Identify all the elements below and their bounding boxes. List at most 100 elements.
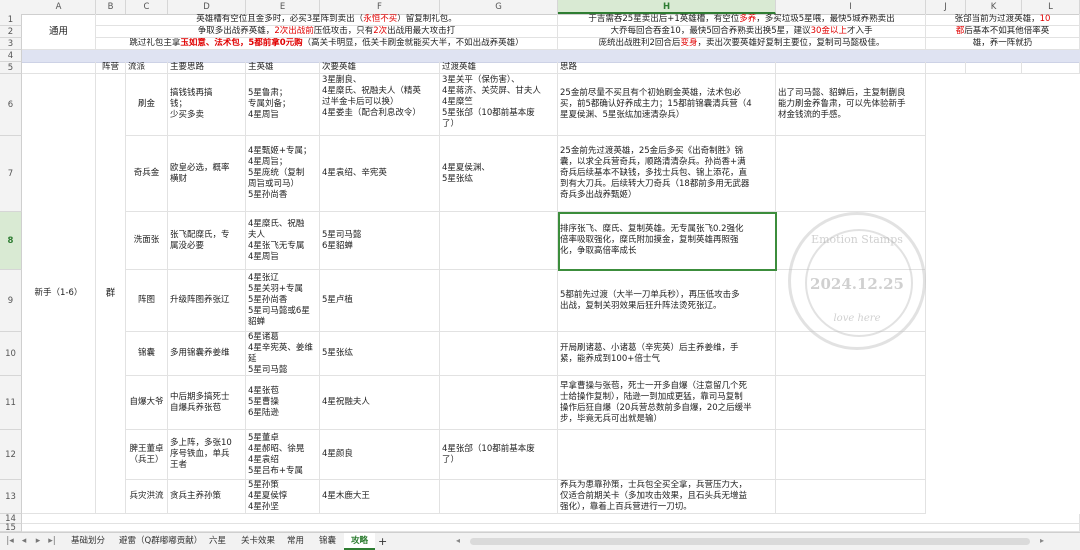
cell-b3-note[interactable]: 跳过礼包主拿 玉如意、法术包，5都前拿0元购 （高关卡明显，低关卡刷金就能买大半，不… (96, 38, 558, 50)
cell-level-group[interactable]: 新手（1-6） (22, 74, 96, 514)
last-sheet-icon[interactable]: ▸| (46, 533, 58, 550)
header-secondary-hero[interactable]: 次要英雄 (320, 62, 440, 74)
cell-e10-main-hero[interactable]: 6星诸葛 4星辛宪英、姜维 延 5星司马懿 (246, 332, 320, 376)
horizontal-scrollbar-thumb[interactable] (470, 538, 1030, 545)
cell-e6-main-hero[interactable]: 5星鲁肃； 专属刘备； 4星周旨 (246, 74, 320, 136)
row-header-2[interactable]: 2 (0, 26, 22, 38)
cell-e11-main-hero[interactable]: 4星张苞 5星曹操 6星陆逊 (246, 376, 320, 430)
cell-g8-transition-hero[interactable] (440, 212, 558, 270)
column-header-e[interactable]: E (246, 0, 320, 14)
header-transition-hero[interactable]: 过渡英雄 (440, 62, 558, 74)
cell-e13-main-hero[interactable]: 5星孙策 4星夏侯惇 4星孙坚 (246, 480, 320, 514)
cell-h8-approach[interactable]: 排序张飞、糜氏、复制英雄。无专属张飞0.2强化 倍率吸取强化，糜氏附加摸金，复制… (558, 212, 776, 270)
header-school[interactable]: 流派 (126, 62, 168, 74)
cell-h11-approach[interactable]: 早拿曹操与张苞，死士一开多自爆（注意留几个死 士给操作复制），陆逊一到加成更猛，… (558, 376, 776, 430)
cell-i5[interactable] (776, 62, 926, 74)
first-sheet-icon[interactable]: |◂ (4, 533, 16, 550)
cell-f13-secondary-hero[interactable]: 4星木鹿大王 (320, 480, 440, 514)
row-header-13[interactable]: 13 (0, 480, 22, 514)
column-header-l[interactable]: L (1022, 0, 1080, 14)
header-approach[interactable]: 思路 (558, 62, 776, 74)
cell-j2-note[interactable]: 都后基本不如其他倍率英 (926, 26, 1080, 38)
column-header-k[interactable]: K (966, 0, 1022, 14)
cell-h10-approach[interactable]: 开局刷诸葛、小诸葛（辛宪英）后主养姜维，手 紧，能养成到100+倍士气 (558, 332, 776, 376)
row-15-empty[interactable] (22, 524, 1080, 532)
cell-g6-transition-hero[interactable]: 3星关平（保伤害）、 4星蒋济、关荧屏、甘夫人 4星糜竺 5星张郃（10都前基本… (440, 74, 558, 136)
column-header-h[interactable]: H (558, 0, 776, 14)
tab-tips-bag[interactable]: 锦囊 (312, 533, 343, 550)
tab-basic[interactable]: 基础划分 (64, 533, 112, 550)
cell-j1-note[interactable]: 张郃当前为过渡英雄， 10 (926, 14, 1080, 26)
cell-a1-general[interactable]: 通用 (22, 14, 96, 50)
row-header-10[interactable]: 10 (0, 332, 22, 376)
cell-c6-school[interactable]: 刷金 (126, 74, 168, 136)
cell-d13-idea[interactable]: 贪兵主养孙策 (168, 480, 246, 514)
cell-i12-extra[interactable] (776, 430, 926, 480)
cell-e9-main-hero[interactable]: 4星张辽 5星关羽+专属 5星孙尚香 5星司马懿或6星 貂蝉 (246, 270, 320, 332)
cell-a5[interactable] (22, 62, 96, 74)
cell-g9-transition-hero[interactable] (440, 270, 558, 332)
column-header-a[interactable]: A (22, 0, 96, 14)
cell-c7-school[interactable]: 奇兵金 (126, 136, 168, 212)
cell-d6-idea[interactable]: 搞钱钱再搞 钱； 少买多卖 (168, 74, 246, 136)
row-header-12[interactable]: 12 (0, 430, 22, 480)
cell-d12-idea[interactable]: 多上阵，多张10 序号铁血，单兵 王者 (168, 430, 246, 480)
cell-g11-transition-hero[interactable] (440, 376, 558, 430)
cell-b2-note[interactable]: 争取多出战养英雄， 2次出战前 压低攻击，只有 2次 出战用最大攻击打 (96, 26, 558, 38)
cell-c12-school[interactable]: 脾王董卓 （兵王） (126, 430, 168, 480)
cell-j5[interactable] (926, 62, 966, 74)
cell-i6-extra[interactable]: 出了司马懿、貂蝉后，主复制蒯良 能力刷金养鲁肃，可以先体验新手 材金钱流的手感。 (776, 74, 926, 136)
column-header-g[interactable]: G (440, 0, 558, 14)
cell-j3-note[interactable]: 雄，养一阵就扔 (926, 38, 1080, 50)
cell-f11-secondary-hero[interactable]: 4星祝融夫人 (320, 376, 440, 430)
cell-g12-transition-hero[interactable]: 4星张郃（10都前基本废 了） (440, 430, 558, 480)
cell-e8-main-hero[interactable]: 4星糜氏、祝融 夫人 4星张飞无专属 4星周旨 (246, 212, 320, 270)
cell-f7-secondary-hero[interactable]: 4星袁绍、辛宪英 (320, 136, 440, 212)
row-header-9[interactable]: 9 (0, 270, 22, 332)
row-header-5[interactable]: 5 (0, 62, 22, 74)
cell-l5[interactable] (1022, 62, 1080, 74)
cell-f6-secondary-hero[interactable]: 3星蒯良、 4星糜氏、祝融夫人（精英 过半金卡后可以换） 4星娄圭（配合利息改令… (320, 74, 440, 136)
cell-d8-idea[interactable]: 张飞配糜氏，专 属没必要 (168, 212, 246, 270)
cell-h7-approach[interactable]: 25金前先过渡英雄，25金后多买《出奇制胜》锦 囊，以求全兵营奇兵，顺路清清杂兵… (558, 136, 776, 212)
cell-h1-note[interactable]: 于吉需吞25星卖出后+1英雄槽，有空位 多养 ，多买垃圾5星喂，最快5城养熟卖出 (558, 14, 926, 26)
cell-h12-approach[interactable] (558, 430, 776, 480)
cell-d11-idea[interactable]: 中后期多搞死士 自爆兵养张苞 (168, 376, 246, 430)
cell-k5[interactable] (966, 62, 1022, 74)
cell-h6-approach[interactable]: 25金前尽量不买且有个初始刷金英雄，法术包必 买，前5都确认好养成主力；15都前… (558, 74, 776, 136)
cell-e7-main-hero[interactable]: 4星甄姬+专属； 4星周旨； 5星庞统（复制 周旨或司马） 5星孙尚香 (246, 136, 320, 212)
cell-c9-school[interactable]: 阵图 (126, 270, 168, 332)
cell-c13-school[interactable]: 兵灾洪流 (126, 480, 168, 514)
cell-h13-approach[interactable]: 养兵为患靠孙策，士兵包全买全拿，兵营压力大， 仅适合前期关卡（多加攻击效果，且石… (558, 480, 776, 514)
cell-f8-secondary-hero[interactable]: 5星司马懿 6星貂蝉 (320, 212, 440, 270)
cell-d7-idea[interactable]: 欧皇必选，概率 横财 (168, 136, 246, 212)
cell-camp-group[interactable]: 群 (96, 74, 126, 514)
tab-common[interactable]: 常用 (280, 533, 311, 550)
cell-h9-approach[interactable]: 5都前先过渡（大半一刀单兵秒），再压低攻击多 出战，复制关羽效果后狂升阵法烫死张… (558, 270, 776, 332)
header-camp[interactable]: 阵营 (96, 62, 126, 74)
cell-i13-extra[interactable] (776, 480, 926, 514)
cell-b1-note[interactable]: 英雄槽有空位且金多时，必买3星阵到卖出（ 永恒不买 ）留复制礼包。 (96, 14, 558, 26)
column-header-i[interactable]: I (776, 0, 926, 14)
column-header-c[interactable]: C (126, 0, 168, 14)
tab-avoid[interactable]: 避雷（Q群嘟嘟贡献） (112, 533, 209, 550)
row-header-8[interactable]: 8 (0, 212, 22, 270)
header-main-idea[interactable]: 主要思路 (168, 62, 246, 74)
cell-h3-note[interactable]: 庞统出战胜利2回合后 变身 ，卖出次要英雄好复制主要位，复制司马懿极佳。 (558, 38, 926, 50)
cell-c10-school[interactable]: 锦囊 (126, 332, 168, 376)
cell-c8-school[interactable]: 洗面张 (126, 212, 168, 270)
cell-f9-secondary-hero[interactable]: 5星卢植 (320, 270, 440, 332)
cell-c11-school[interactable]: 自爆大爷 (126, 376, 168, 430)
cell-i7-extra[interactable] (776, 136, 926, 212)
column-header-f[interactable]: F (320, 0, 440, 14)
cell-e12-main-hero[interactable]: 5星董卓 4星郝昭、徐晃 4星袁绍 5星吕布+专属 (246, 430, 320, 480)
cell-h2-note[interactable]: 大乔每回合吞金10，最快5回合养熟卖出换5星，建议 30金以上 才入手 (558, 26, 926, 38)
row-header-4[interactable]: 4 (0, 50, 22, 62)
cell-d9-idea[interactable]: 升级阵图养张辽 (168, 270, 246, 332)
row-14-empty[interactable] (22, 514, 1080, 524)
row-header-15[interactable]: 15 (0, 523, 22, 532)
cell-g13-transition-hero[interactable] (440, 480, 558, 514)
tab-guide[interactable]: 攻略 (344, 533, 376, 550)
row-header-3[interactable]: 3 (0, 38, 22, 50)
scroll-left-icon[interactable]: ◂ (456, 536, 460, 545)
